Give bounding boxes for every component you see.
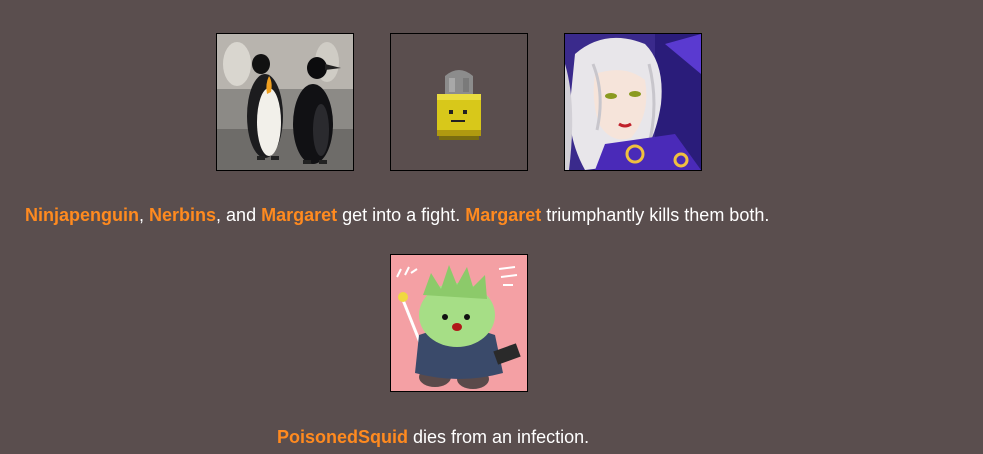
event-text: dies from an infection. xyxy=(408,427,590,447)
killer-name-margaret: Margaret xyxy=(465,205,542,225)
nerbins-avatar xyxy=(390,33,528,171)
separator: , and xyxy=(216,205,262,225)
separator: , xyxy=(139,205,150,225)
event-1-text: Ninjapenguin, Nerbins, and Margaret get … xyxy=(0,205,983,226)
poisonedsquid-avatar xyxy=(390,254,528,392)
margaret-avatar xyxy=(564,33,702,171)
ninjapenguin-avatar xyxy=(216,33,354,171)
penguins-image xyxy=(217,34,353,170)
tribute-name-ninjapenguin: Ninjapenguin xyxy=(25,205,139,225)
event-2-text: PoisonedSquid dies from an infection. xyxy=(0,427,983,448)
event-text: get into a fight. xyxy=(337,205,466,225)
tribute-name-poisonedsquid: PoisonedSquid xyxy=(277,427,409,447)
page: Ninjapenguin, Nerbins, and Margaret get … xyxy=(0,0,983,454)
green-blob-doodle-image xyxy=(391,255,527,391)
tribute-name-margaret: Margaret xyxy=(261,205,338,225)
anime-woman-image xyxy=(565,34,701,170)
event-text: triumphantly kills them both. xyxy=(541,205,770,225)
bullet-image xyxy=(391,34,527,170)
tribute-name-nerbins: Nerbins xyxy=(149,205,217,225)
